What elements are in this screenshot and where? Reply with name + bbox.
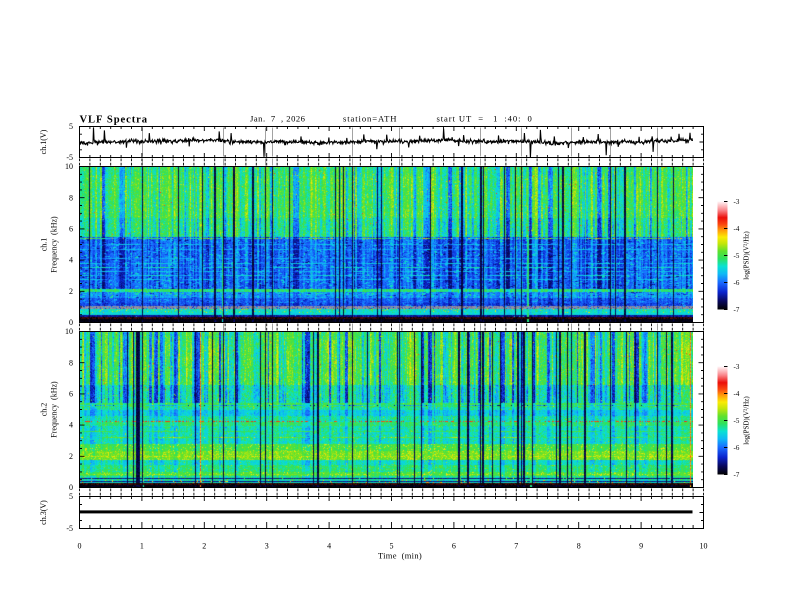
svg-text:log(PSD)(V²/Hz): log(PSD)(V²/Hz) (743, 396, 751, 445)
svg-text:2: 2 (202, 542, 206, 551)
svg-text:ch.1(V): ch.1(V) (39, 129, 48, 154)
svg-text:-5: -5 (734, 252, 740, 260)
svg-text:1: 1 (140, 542, 144, 551)
svg-text:10: 10 (65, 327, 73, 336)
svg-text:-6: -6 (734, 444, 740, 452)
svg-text:-7: -7 (734, 306, 740, 314)
svg-text:10: 10 (700, 542, 708, 551)
svg-text:Time (min): Time (min) (378, 551, 422, 561)
svg-text:5: 5 (69, 492, 73, 501)
svg-text:10: 10 (65, 162, 73, 171)
svg-text:0: 0 (69, 483, 73, 492)
svg-text:station=ATH: station=ATH (343, 114, 397, 124)
svg-text:-5: -5 (734, 417, 740, 425)
svg-text:Jan. 7 , 2026: Jan. 7 , 2026 (250, 114, 306, 124)
svg-text:5: 5 (69, 122, 73, 131)
svg-text:6: 6 (69, 390, 73, 399)
svg-text:-3: -3 (734, 363, 740, 371)
svg-text:0: 0 (78, 542, 82, 551)
svg-text:9: 9 (639, 542, 643, 551)
svg-text:ch.1: ch.1 (40, 238, 49, 252)
svg-text:4: 4 (327, 542, 331, 551)
svg-text:8: 8 (69, 358, 73, 367)
svg-text:7: 7 (514, 542, 518, 551)
svg-text:-4: -4 (734, 225, 740, 233)
svg-text:-5: -5 (66, 153, 73, 162)
svg-text:8: 8 (69, 193, 73, 202)
svg-text:5: 5 (390, 542, 394, 551)
svg-text:2: 2 (69, 452, 73, 461)
svg-text:-3: -3 (734, 198, 740, 206)
svg-text:-7: -7 (734, 471, 740, 479)
svg-text:VLF Spectra: VLF Spectra (80, 115, 148, 126)
svg-text:ch.2: ch.2 (40, 403, 49, 417)
svg-text:3: 3 (265, 542, 269, 551)
svg-text:6: 6 (452, 542, 456, 551)
svg-text:-6: -6 (734, 279, 740, 287)
svg-text:8: 8 (577, 542, 581, 551)
svg-text:4: 4 (69, 256, 73, 265)
svg-text:2: 2 (69, 287, 73, 296)
svg-text:-4: -4 (734, 390, 740, 398)
svg-text:0: 0 (69, 318, 73, 327)
svg-text:6: 6 (69, 225, 73, 234)
svg-text:ch.3(V): ch.3(V) (39, 500, 48, 525)
svg-text:start UT = 1 :40: 0: start UT = 1 :40: 0 (437, 114, 533, 124)
svg-text:log(PSD)(V²/Hz): log(PSD)(V²/Hz) (743, 231, 751, 280)
svg-text:4: 4 (69, 421, 73, 430)
svg-text:-5: -5 (66, 524, 73, 533)
svg-text:Frequency (kHz): Frequency (kHz) (50, 381, 59, 438)
svg-text:Frequency (kHz): Frequency (kHz) (50, 216, 59, 273)
